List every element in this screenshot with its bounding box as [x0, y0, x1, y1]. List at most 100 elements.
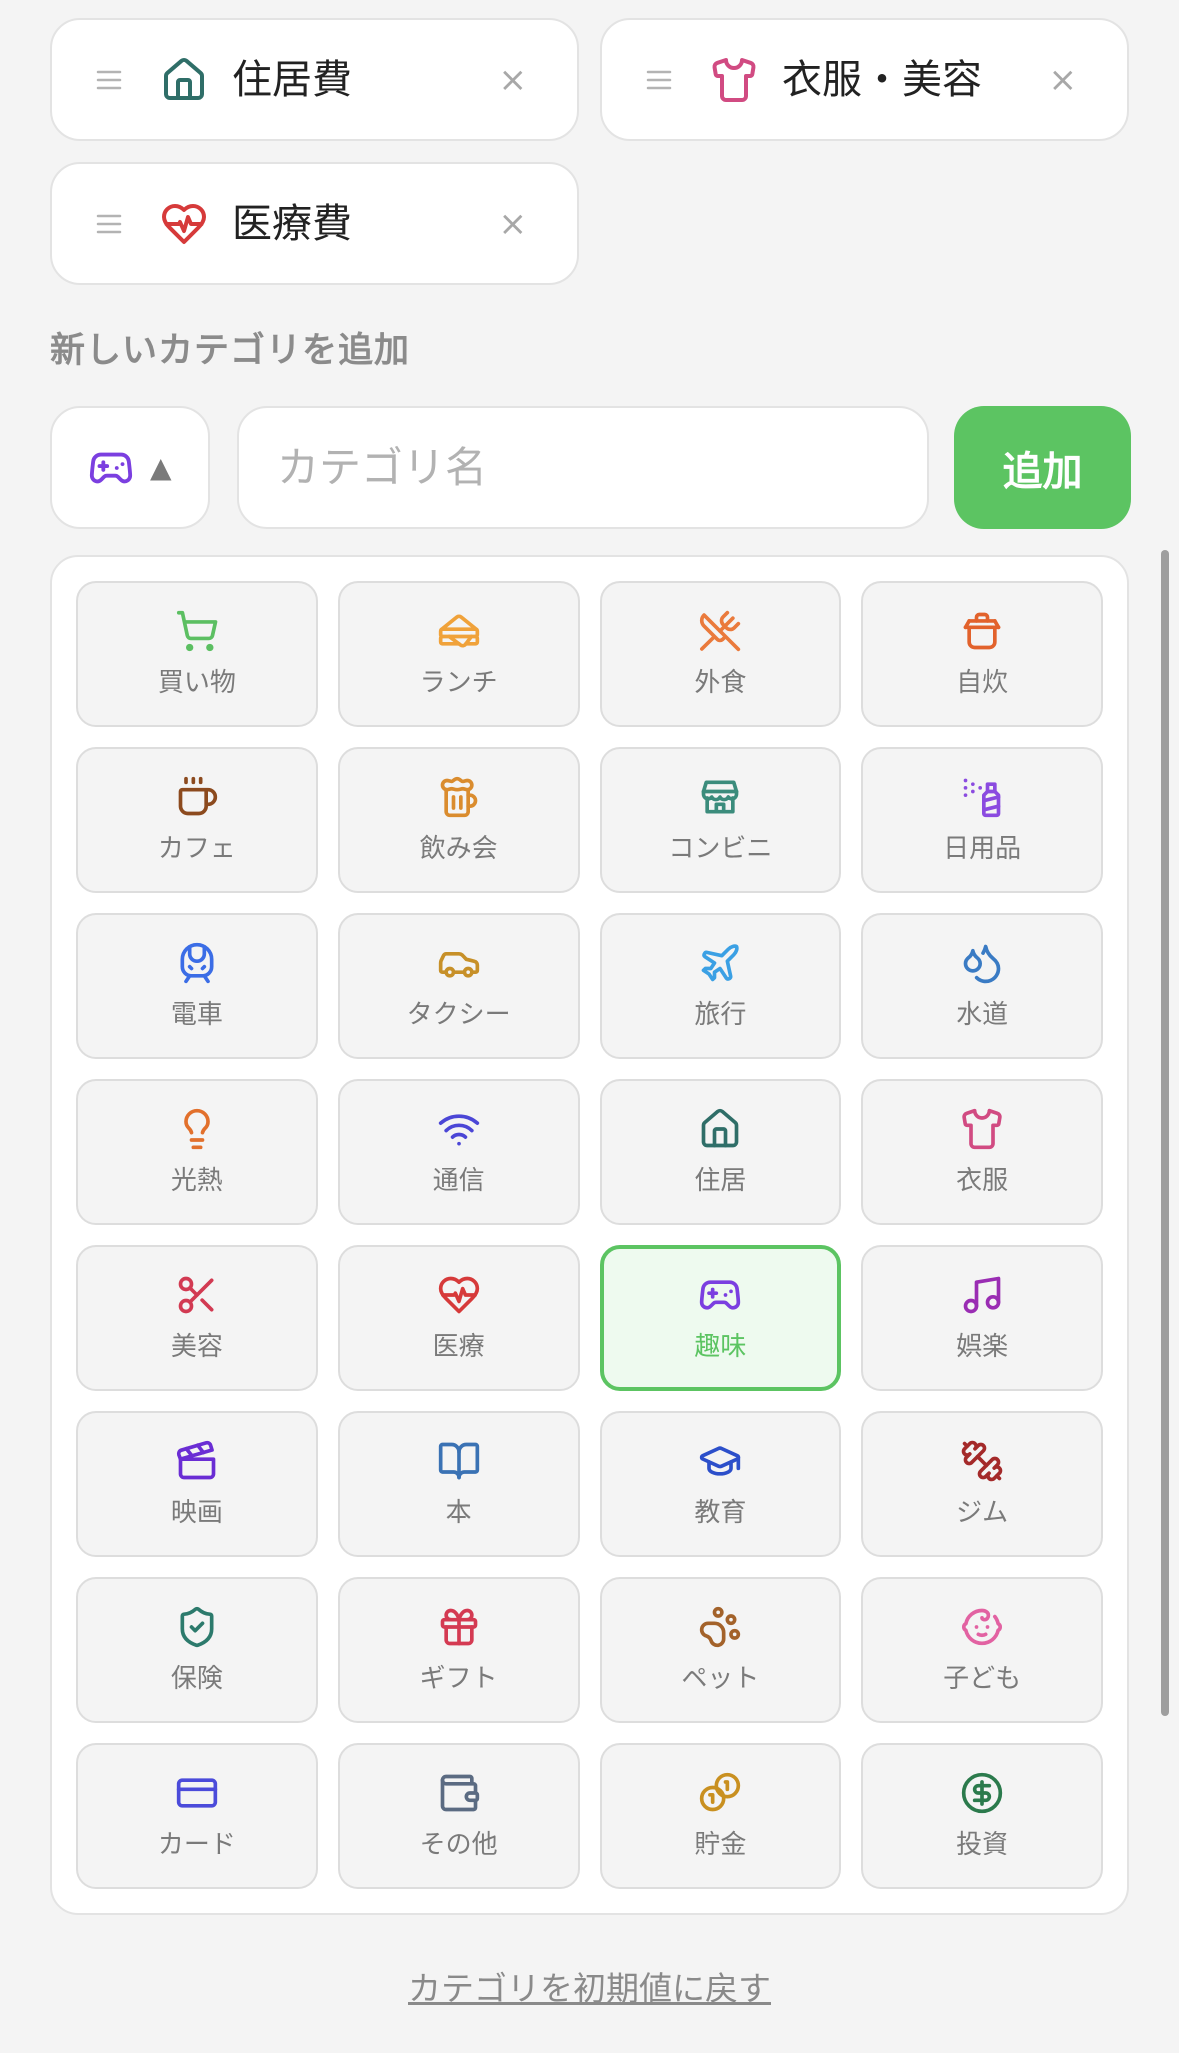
icon-option-shopping-cart[interactable]: 買い物	[76, 581, 318, 727]
icon-option-label: カフェ	[157, 834, 236, 864]
icon-option-sandwich[interactable]: ランチ	[337, 581, 580, 727]
icon-option-baby[interactable]: 子ども	[861, 1577, 1103, 1723]
icon-option-plane[interactable]: 旅行	[599, 913, 842, 1059]
scissors-icon	[175, 1273, 219, 1317]
icon-option-label: 光熱	[170, 1166, 223, 1196]
baby-icon	[960, 1605, 1004, 1649]
gift-icon	[437, 1605, 481, 1649]
drag-handle-icon[interactable]	[96, 70, 122, 90]
category-chip-label: 医療費	[232, 200, 352, 247]
icon-option-book-open[interactable]: 本	[337, 1411, 580, 1557]
book-open-icon	[437, 1439, 481, 1483]
icon-option-lightbulb[interactable]: 光熱	[76, 1079, 318, 1225]
beer-icon	[437, 775, 481, 819]
category-chip-label: 衣服・美容	[782, 56, 982, 103]
car-icon	[437, 941, 481, 985]
icon-option-label: 教育	[694, 1498, 747, 1528]
drag-handle-icon[interactable]	[646, 70, 672, 90]
icon-option-scissors[interactable]: 美容	[76, 1245, 318, 1391]
shirt-icon	[960, 1107, 1004, 1151]
icon-option-credit-card[interactable]: カード	[76, 1743, 318, 1889]
icon-option-dollar-circle[interactable]: 投資	[861, 1743, 1103, 1889]
icon-option-label: 水道	[956, 1000, 1009, 1030]
music-icon	[960, 1273, 1004, 1317]
utensils-crossed-icon	[698, 609, 742, 653]
reset-categories-link[interactable]: カテゴリを初期値に戻す	[0, 1966, 1179, 2012]
scrollbar[interactable]	[1161, 550, 1169, 1716]
icon-option-label: 飲み会	[419, 834, 498, 864]
category-chip-medical[interactable]: 医療費 ×	[50, 162, 579, 285]
remove-category-button[interactable]: ×	[1049, 63, 1078, 97]
icon-option-train[interactable]: 電車	[76, 913, 318, 1059]
icon-option-label: 保険	[170, 1664, 223, 1694]
icon-option-label: 趣味	[694, 1332, 747, 1362]
icon-option-heart-pulse[interactable]: 医療	[337, 1245, 580, 1391]
icon-option-cooking-pot[interactable]: 自炊	[861, 581, 1103, 727]
icon-option-label: 電車	[170, 1000, 223, 1030]
icon-option-wallet[interactable]: その他	[337, 1743, 580, 1889]
category-chip-label: 住居費	[232, 56, 352, 103]
icon-option-shield-check[interactable]: 保険	[76, 1577, 318, 1723]
icon-option-label: ペット	[681, 1664, 760, 1694]
icon-option-store[interactable]: コンビニ	[599, 747, 842, 893]
icon-option-label: 買い物	[157, 668, 236, 698]
icon-option-coins[interactable]: 貯金	[599, 1743, 842, 1889]
gamepad-icon	[698, 1273, 742, 1317]
home-icon	[160, 56, 208, 104]
plane-icon	[698, 941, 742, 985]
icon-option-label: タクシー	[406, 1000, 511, 1030]
icon-option-utensils-crossed[interactable]: 外食	[599, 581, 842, 727]
icon-picker-toggle-button[interactable]: ▲	[50, 406, 210, 529]
icon-option-label: ギフト	[419, 1664, 498, 1694]
icon-option-coffee[interactable]: カフェ	[76, 747, 318, 893]
icon-option-spray-can[interactable]: 日用品	[861, 747, 1103, 893]
icon-option-label: 衣服	[956, 1166, 1009, 1196]
graduation-cap-icon	[698, 1439, 742, 1483]
add-category-button[interactable]: 追加	[954, 406, 1131, 529]
heart-pulse-icon	[437, 1273, 481, 1317]
icon-option-label: 旅行	[694, 1000, 747, 1030]
droplets-icon	[960, 941, 1004, 985]
icon-option-beer[interactable]: 飲み会	[337, 747, 580, 893]
icon-option-label: ジム	[956, 1498, 1009, 1528]
icon-option-label: 本	[445, 1498, 472, 1528]
icon-option-label: ランチ	[419, 668, 498, 698]
icon-picker-grid: 買い物 ランチ 外食 自炊カフェ 飲み会 コンビニ 日用品電車 タクシー 旅行 水道光熱 通信 住居 衣…	[50, 555, 1129, 1915]
remove-category-button[interactable]: ×	[499, 63, 528, 97]
icon-option-label: 住居	[694, 1166, 747, 1196]
icon-option-car[interactable]: タクシー	[337, 913, 580, 1059]
remove-category-button[interactable]: ×	[499, 207, 528, 241]
sandwich-icon	[437, 609, 481, 653]
icon-option-label: 娯楽	[956, 1332, 1009, 1362]
icon-option-paw-print[interactable]: ペット	[599, 1577, 842, 1723]
icon-option-gamepad[interactable]: 趣味	[599, 1245, 842, 1391]
icon-option-dumbbell[interactable]: ジム	[861, 1411, 1103, 1557]
category-name-input[interactable]	[237, 406, 929, 529]
shirt-icon	[710, 56, 758, 104]
paw-print-icon	[698, 1605, 742, 1649]
icon-option-graduation-cap[interactable]: 教育	[599, 1411, 842, 1557]
icon-option-gift[interactable]: ギフト	[337, 1577, 580, 1723]
category-chip-housing[interactable]: 住居費 ×	[50, 18, 579, 141]
home-icon	[698, 1107, 742, 1151]
icon-option-clapperboard[interactable]: 映画	[76, 1411, 318, 1557]
train-icon	[175, 941, 219, 985]
drag-handle-icon[interactable]	[96, 214, 122, 234]
dollar-circle-icon	[960, 1771, 1004, 1815]
heart-pulse-icon	[160, 200, 208, 248]
icon-option-label: 医療	[432, 1332, 485, 1362]
icon-option-music[interactable]: 娯楽	[861, 1245, 1103, 1391]
icon-option-droplets[interactable]: 水道	[861, 913, 1103, 1059]
icon-option-wifi[interactable]: 通信	[337, 1079, 580, 1225]
shopping-cart-icon	[175, 609, 219, 653]
icon-option-label: 貯金	[694, 1830, 747, 1860]
icon-option-shirt[interactable]: 衣服	[861, 1079, 1103, 1225]
credit-card-icon	[175, 1771, 219, 1815]
icon-option-label: コンビニ	[668, 834, 773, 864]
cooking-pot-icon	[960, 609, 1004, 653]
wallet-icon	[437, 1771, 481, 1815]
icon-option-label: 投資	[956, 1830, 1009, 1860]
wifi-icon	[437, 1107, 481, 1151]
category-chip-clothing[interactable]: 衣服・美容 ×	[600, 18, 1129, 141]
icon-option-home[interactable]: 住居	[599, 1079, 842, 1225]
